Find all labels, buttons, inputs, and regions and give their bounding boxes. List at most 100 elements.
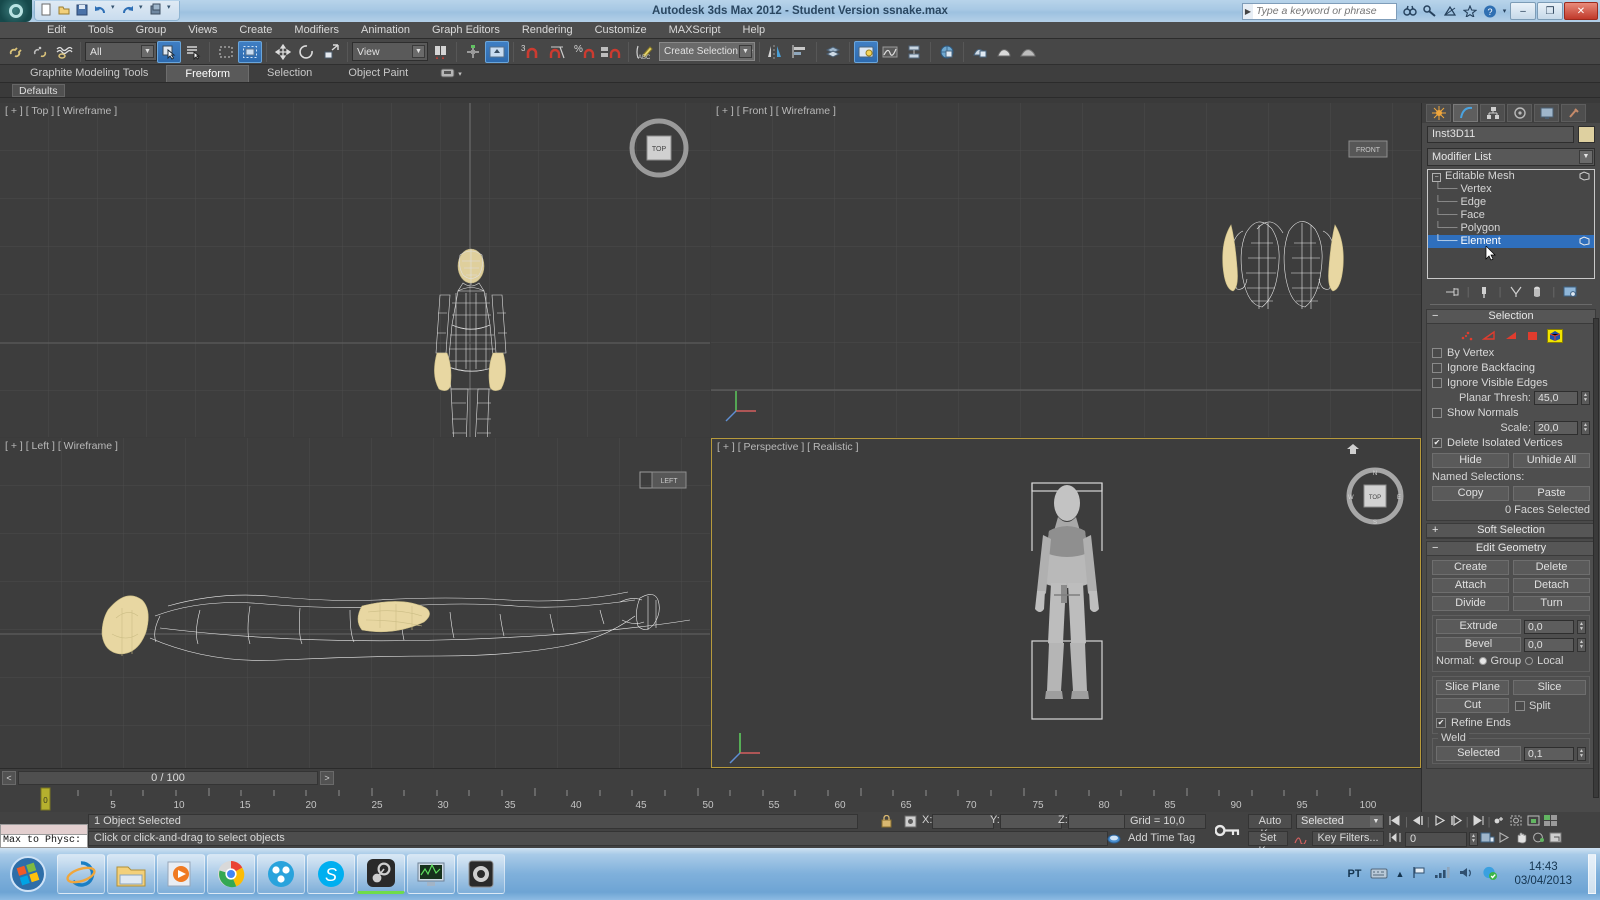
delete-button[interactable]: Delete	[1513, 560, 1590, 575]
maximize-viewport-icon[interactable]	[1548, 831, 1563, 847]
current-frame-spinner[interactable]: ▲ ▼	[1469, 832, 1478, 846]
collapse-minus-icon[interactable]: −	[1432, 173, 1441, 182]
curve-editor-icon[interactable]	[878, 41, 902, 63]
auto-key-button[interactable]: Auto Key	[1248, 814, 1292, 840]
frame-indicator[interactable]: 0 / 100	[18, 770, 318, 785]
chevron-down-icon[interactable]: ▼	[739, 45, 752, 58]
help-dropdown-icon[interactable]: ▾	[1500, 2, 1509, 20]
element-subobject-icon[interactable]	[1547, 329, 1563, 343]
y-field[interactable]	[1000, 814, 1062, 829]
rendered-frame-window-icon[interactable]	[968, 41, 992, 63]
remove-modifier-icon[interactable]	[1530, 285, 1545, 300]
rollout-edit-geometry-header[interactable]: − Edit Geometry	[1427, 542, 1595, 556]
show-normals-checkbox[interactable]	[1432, 407, 1442, 418]
command-panel-scrollbar[interactable]	[1593, 318, 1599, 798]
create-tab[interactable]	[1426, 104, 1451, 122]
by-vertex-checkbox[interactable]	[1432, 347, 1442, 358]
menu-item-maxscript[interactable]: MAXScript	[658, 22, 732, 39]
key-mode-icon[interactable]	[1492, 814, 1507, 830]
modifier-stack-item-polygon[interactable]: └── Polygon	[1428, 222, 1594, 235]
x-field[interactable]	[932, 814, 994, 829]
chevron-down-icon[interactable]: ▼	[412, 45, 425, 58]
viewcube-home-icon[interactable]	[1346, 443, 1360, 458]
normal-local-radio[interactable]	[1525, 657, 1534, 665]
face-subobject-icon[interactable]	[1503, 329, 1519, 343]
weld-spinner[interactable]: ▲ ▼	[1577, 746, 1586, 761]
orbit-icon[interactable]	[1531, 831, 1546, 847]
make-unique-icon[interactable]	[1508, 285, 1523, 300]
media-player-icon[interactable]	[157, 854, 205, 894]
go-to-start-icon[interactable]	[1388, 814, 1403, 830]
menu-item-create[interactable]: Create	[228, 22, 283, 39]
steam-icon[interactable]	[357, 854, 405, 894]
absolute-relative-icon[interactable]	[902, 814, 918, 829]
reference-coordinate-combo[interactable]: View ▼	[352, 42, 428, 61]
selection-filter-combo[interactable]: All ▼	[85, 42, 157, 61]
divide-button[interactable]: Divide	[1432, 596, 1509, 611]
viewcube-front[interactable]: FRONT	[1347, 137, 1391, 166]
select-link-icon[interactable]	[4, 41, 28, 63]
network-icon[interactable]	[1434, 866, 1451, 882]
attach-button[interactable]: Attach	[1432, 578, 1509, 593]
menu-item-graph-editors[interactable]: Graph Editors	[421, 22, 511, 39]
prev-frame-icon[interactable]	[1410, 814, 1425, 830]
cut-button[interactable]: Cut	[1436, 698, 1509, 713]
copy-button[interactable]: Copy	[1432, 486, 1509, 501]
object-color-swatch[interactable]	[1578, 126, 1595, 143]
minimize-button[interactable]: –	[1510, 2, 1536, 20]
extrude-button[interactable]: Extrude	[1436, 619, 1521, 634]
layer-manager-icon[interactable]	[821, 41, 845, 63]
unlink-selection-icon[interactable]	[28, 41, 52, 63]
modify-tab[interactable]	[1453, 104, 1478, 122]
bevel-amount-field[interactable]: 0,0	[1524, 637, 1574, 652]
spinner-snap-icon[interactable]	[598, 41, 624, 63]
set-key-button[interactable]: Set Key	[1248, 831, 1288, 857]
turn-button[interactable]: Turn	[1513, 596, 1590, 611]
motion-tab[interactable]	[1507, 104, 1532, 122]
ribbon-tab-object-paint[interactable]: Object Paint	[330, 65, 426, 82]
show-normals-row[interactable]: Show Normals	[1432, 405, 1590, 420]
utorrent-icon[interactable]	[257, 854, 305, 894]
set-project-folder-icon[interactable]	[149, 3, 164, 18]
clock[interactable]: 14:43 03/04/2013	[1506, 860, 1580, 888]
delete-isolated-vertices-checkbox[interactable]: ✔	[1432, 437, 1442, 448]
bevel-spinner[interactable]: ▲ ▼	[1577, 637, 1586, 652]
rollout-selection-header[interactable]: − Selection	[1427, 310, 1595, 324]
viewport-left[interactable]: [ + ] [ Left ] [ Wireframe ] LEFT	[0, 438, 710, 768]
select-and-scale-icon[interactable]	[319, 41, 343, 63]
modifier-stack-item-element[interactable]: └── Element	[1428, 235, 1594, 248]
render-setup-icon[interactable]	[935, 41, 959, 63]
set-key-frame-icon[interactable]	[1388, 831, 1403, 847]
redo-icon[interactable]	[121, 3, 136, 18]
open-file-icon[interactable]	[57, 3, 72, 18]
windows-start-icon[interactable]	[0, 851, 56, 897]
binoculars-icon[interactable]	[1400, 2, 1420, 20]
modifier-stack-item-editable-mesh[interactable]: − Editable Mesh	[1428, 170, 1594, 183]
paste-button[interactable]: Paste	[1513, 486, 1590, 501]
viewcube-left[interactable]: LEFT	[630, 468, 698, 497]
internet-explorer-icon[interactable]	[57, 854, 105, 894]
close-button[interactable]: ✕	[1564, 2, 1598, 20]
google-chrome-icon[interactable]	[207, 854, 255, 894]
menu-item-tools[interactable]: Tools	[77, 22, 125, 39]
snaps-toggle-icon[interactable]: 3	[518, 41, 546, 63]
split-checkbox[interactable]	[1515, 700, 1525, 711]
show-desktop-button[interactable]	[1588, 854, 1596, 894]
pan-icon[interactable]	[1514, 831, 1529, 847]
display-tab[interactable]	[1534, 104, 1559, 122]
maxscript-mini-field[interactable]: Max to Physc:	[0, 835, 88, 848]
quick-access-toolbar[interactable]: ▾ ▾ ▾	[34, 1, 180, 21]
viewport-perspective[interactable]: [ + ] [ Perspective ] [ Realistic ] TOP …	[711, 438, 1421, 768]
modifier-stack-item-face[interactable]: └── Face	[1428, 209, 1594, 222]
3dsmax-taskbar-icon[interactable]	[457, 854, 505, 894]
z-field[interactable]	[1068, 814, 1130, 829]
key-info-icon[interactable]	[1480, 831, 1495, 847]
hide-button[interactable]: Hide	[1432, 453, 1509, 468]
ribbon-display-icon[interactable]	[440, 67, 455, 81]
scale-field[interactable]: 20,0	[1534, 420, 1578, 435]
undo-icon[interactable]	[93, 3, 108, 18]
volume-icon[interactable]	[1458, 866, 1474, 882]
select-object-icon[interactable]	[157, 40, 181, 63]
wrench-icon[interactable]	[1420, 2, 1440, 20]
slice-button[interactable]: Slice	[1513, 680, 1586, 695]
